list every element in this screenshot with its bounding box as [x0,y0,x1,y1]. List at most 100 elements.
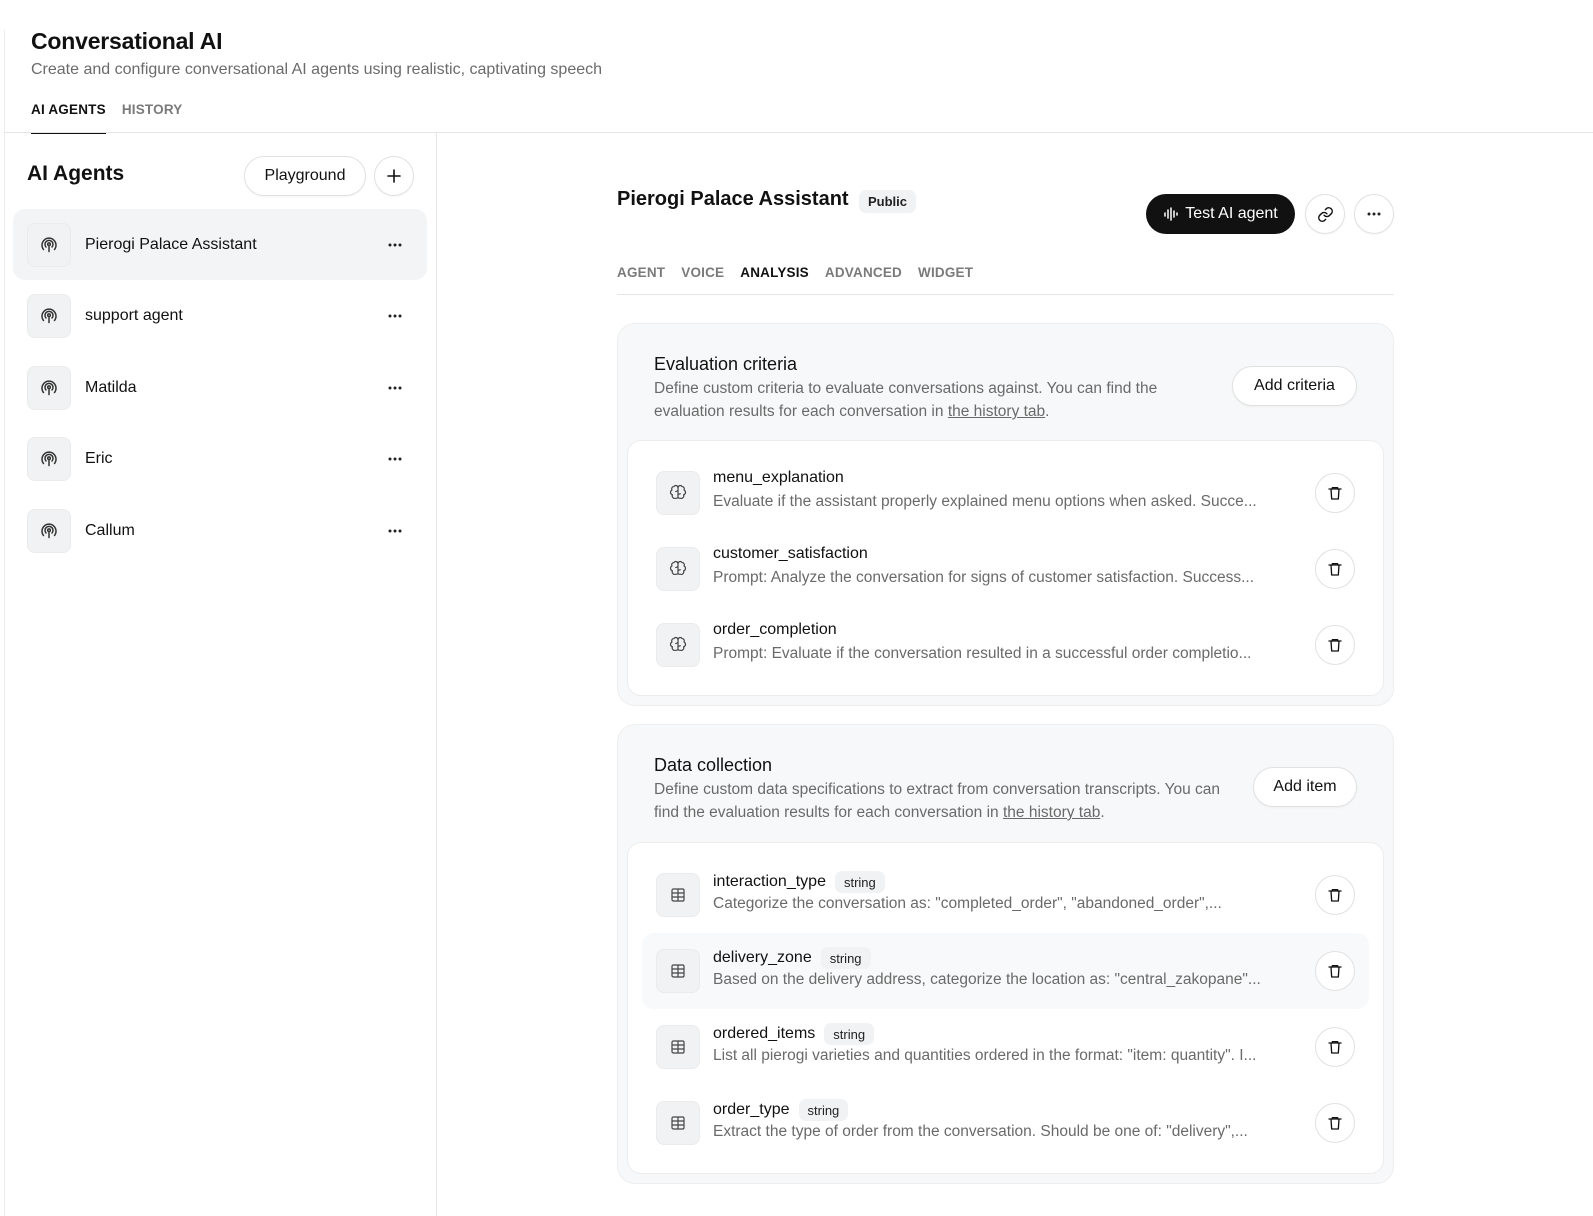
delete-button[interactable] [1315,1103,1355,1143]
criteria-description: Prompt: Evaluate if the conversation res… [713,645,1252,662]
more-horizontal-icon[interactable] [385,235,405,255]
plus-icon [387,169,401,183]
type-badge: string [824,1023,875,1045]
data-collection-description-end: . [1100,804,1105,821]
data-item-row[interactable]: delivery_zone string Based on the deliver… [642,933,1369,1009]
delete-button[interactable] [1315,549,1355,589]
type-badge: string [834,871,885,893]
data-item-name-text: order_type [713,1101,790,1118]
delete-button[interactable] [1315,1027,1355,1067]
podcast-icon [27,508,71,553]
agent-item[interactable]: Pierogi Palace Assistant [13,209,427,280]
tab-agent[interactable]: AGENT [617,265,665,294]
add-criteria-button[interactable]: Add criteria [1232,366,1357,406]
data-item-name: order_type string [713,1099,849,1121]
test-agent-button[interactable]: Test AI agent [1146,194,1295,234]
criteria-name: menu_explanation [713,469,844,487]
tab-analysis[interactable]: ANALYSIS [740,265,809,294]
data-item-name: ordered_items string [713,1023,875,1045]
more-horizontal-icon[interactable] [385,521,405,541]
criteria-name-text: customer_satisfaction [713,545,868,562]
copy-link-button[interactable] [1305,194,1345,234]
data-collection-description-text: Define custom data specifications to ext… [654,781,1221,821]
agent-name: Callum [85,521,135,539]
history-tab-link[interactable]: the history tab [948,403,1045,420]
data-items-list: interaction_type string Categorize the co… [627,842,1384,1174]
agent-item[interactable]: Eric [13,424,427,495]
evaluation-description-end: . [1045,403,1050,420]
evaluation-criteria-panel: Evaluation criteria Define custom criter… [617,323,1394,706]
criteria-name: order_completion [713,621,837,639]
tab-ai-agents[interactable]: AI AGENTS [31,100,106,134]
agent-item[interactable]: support agent [13,281,427,352]
data-item-row[interactable]: ordered_items string List all pierogi var… [642,1009,1369,1085]
criteria-description: Prompt: Analyze the conversation for sig… [713,569,1255,586]
tab-history[interactable]: HISTORY [122,100,183,133]
trash-icon [1328,965,1342,978]
type-badge: string [820,947,871,969]
sidebar: AI Agents Playground Pierogi Palace Assi… [4,133,437,1216]
waveform-icon [1164,207,1178,221]
data-item-description: List all pierogi varieties and quantitie… [713,1047,1257,1064]
top-tabs: AI AGENTS HISTORY [31,100,183,134]
sidebar-title: AI Agents [27,162,125,185]
criteria-row[interactable]: order_completion Prompt: Evaluate if the… [642,607,1369,683]
criteria-name-text: menu_explanation [713,469,844,486]
criteria-row[interactable]: menu_explanation Evaluate if the assista… [642,455,1369,531]
more-horizontal-icon [1367,212,1381,216]
delete-button[interactable] [1315,951,1355,991]
criteria-row[interactable]: customer_satisfaction Prompt: Analyze th… [642,531,1369,607]
agent-name: support agent [85,307,183,324]
add-item-button[interactable]: Add item [1253,767,1357,807]
table-icon [656,1025,700,1069]
delete-button[interactable] [1315,875,1355,915]
table-icon [656,873,700,917]
delete-button[interactable] [1315,473,1355,513]
agent-name: Matilda [85,378,137,396]
type-badge: string [798,1099,849,1121]
add-agent-button[interactable] [374,156,414,196]
data-item-name: delivery_zone string [713,947,871,969]
agent-tabs: AGENT VOICE ANALYSIS ADVANCED WIDGET [617,265,1394,295]
criteria-name: customer_satisfaction [713,545,868,563]
evaluation-description-text: Define custom criteria to evaluate conve… [654,380,1158,420]
evaluation-description: Define custom criteria to evaluate conve… [654,377,1214,423]
test-agent-label: Test AI agent [1185,205,1278,222]
brain-icon [656,623,700,667]
data-collection-description: Define custom data specifications to ext… [654,778,1249,824]
history-tab-link[interactable]: the history tab [1003,804,1100,821]
evaluation-title: Evaluation criteria [654,354,798,374]
page-subtitle: Create and configure conversational AI a… [31,61,603,78]
trash-icon [1328,487,1342,500]
delete-button[interactable] [1315,625,1355,665]
more-horizontal-icon[interactable] [385,449,405,469]
agent-item[interactable]: Matilda [13,352,427,423]
tab-widget[interactable]: WIDGET [918,265,973,294]
data-item-name-text: interaction_type [713,873,826,890]
trash-icon [1328,1117,1342,1130]
podcast-icon [27,222,71,267]
data-item-row[interactable]: interaction_type string Categorize the co… [642,857,1369,933]
data-collection-panel: Data collection Define custom data speci… [617,724,1394,1184]
tab-voice[interactable]: VOICE [681,265,724,294]
data-item-description: Based on the delivery address, categoriz… [713,971,1261,988]
data-item-description: Categorize the conversation as: "complet… [713,895,1222,912]
trash-icon [1328,639,1342,652]
playground-button[interactable]: Playground [244,156,366,196]
tab-advanced[interactable]: ADVANCED [825,265,902,294]
trash-icon [1328,889,1342,902]
trash-icon [1328,563,1342,576]
data-item-name: interaction_type string [713,871,885,893]
data-collection-title: Data collection [654,755,773,775]
podcast-icon [27,365,71,410]
brain-icon [656,547,700,591]
data-item-name-text: ordered_items [713,1025,816,1042]
data-item-row[interactable]: order_type string Extract the type of ord… [642,1085,1369,1161]
agent-more-button[interactable] [1354,194,1394,234]
agent-list: Pierogi Palace Assistant support agent M… [13,209,427,567]
agent-name: Eric [85,450,113,467]
more-horizontal-icon[interactable] [385,378,405,398]
more-horizontal-icon[interactable] [385,306,405,326]
visibility-badge: Public [859,190,917,213]
agent-item[interactable]: Callum [13,495,427,566]
